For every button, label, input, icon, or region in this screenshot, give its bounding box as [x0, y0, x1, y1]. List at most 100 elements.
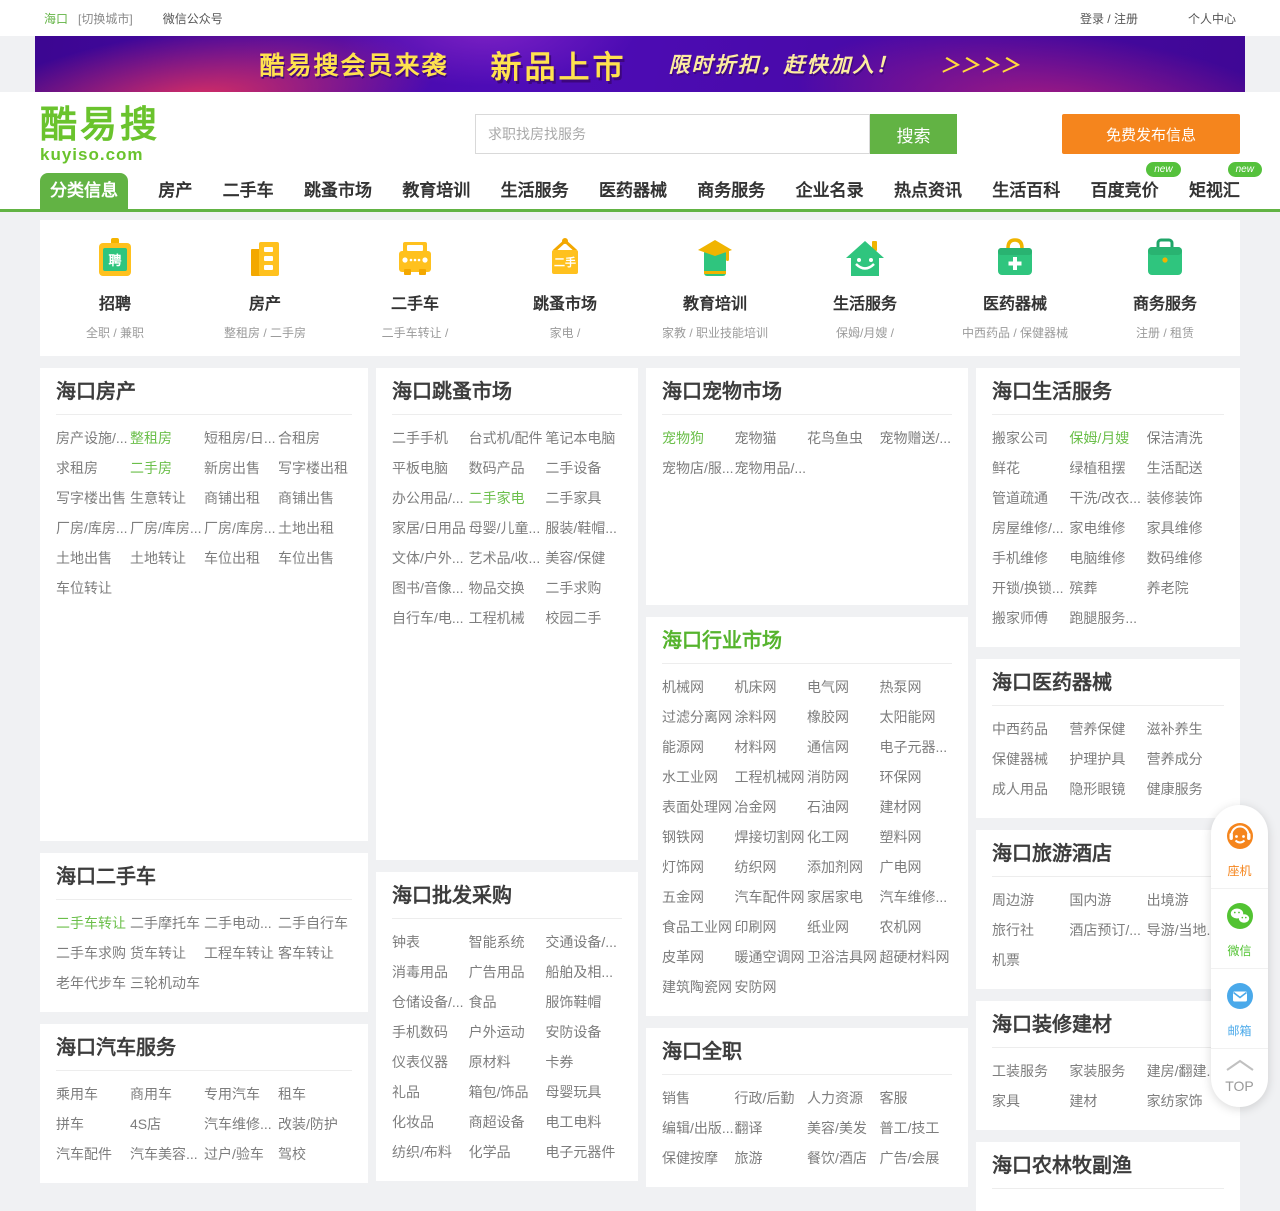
- category-link[interactable]: 拼车: [56, 1109, 130, 1139]
- category-sub-links[interactable]: 家电 /: [550, 324, 581, 341]
- category-link[interactable]: 材料网: [735, 732, 808, 762]
- nav-tab[interactable]: 房产: [158, 173, 192, 209]
- category-link[interactable]: 家装服务: [1069, 1056, 1146, 1086]
- category-link[interactable]: 搬家师傅: [992, 603, 1069, 633]
- category-link[interactable]: 化工网: [807, 822, 880, 852]
- site-logo[interactable]: 酷易搜 kuyiso.com: [40, 106, 210, 163]
- category-link[interactable]: 物品交换: [469, 573, 546, 603]
- category-link[interactable]: 客车转让: [278, 938, 352, 968]
- category-link[interactable]: 新房出售: [204, 453, 278, 483]
- category-link[interactable]: 二手家电: [469, 483, 546, 513]
- category-link[interactable]: 驾校: [278, 1139, 352, 1169]
- category-link[interactable]: 乘用车: [56, 1079, 130, 1109]
- category-link[interactable]: 数码产品: [469, 453, 546, 483]
- login-register-link[interactable]: 登录 / 注册: [1080, 10, 1138, 27]
- category-link[interactable]: 农机网: [880, 912, 953, 942]
- category-link[interactable]: 普工/技工: [880, 1113, 953, 1143]
- category-sub-links[interactable]: 保姆/月嫂 /: [836, 324, 894, 341]
- category-link[interactable]: 周边游: [992, 885, 1069, 915]
- category-link[interactable]: 销售: [662, 1083, 735, 1113]
- category-link[interactable]: 宠物狗: [662, 423, 735, 453]
- search-button[interactable]: 搜索: [870, 114, 957, 154]
- category-link[interactable]: 保姆/月嫂: [1069, 423, 1146, 453]
- category-link[interactable]: 橡胶网: [807, 702, 880, 732]
- category-link[interactable]: 短租房/日...: [204, 423, 278, 453]
- category-link[interactable]: 二手车求购: [56, 938, 130, 968]
- category-link[interactable]: 广告用品: [469, 957, 546, 987]
- category-link[interactable]: 酒店预订/...: [1069, 915, 1146, 945]
- category-link[interactable]: 厂房/库房...: [130, 513, 204, 543]
- category-name[interactable]: 商务服务: [1133, 290, 1197, 314]
- category-name[interactable]: 二手车: [391, 290, 439, 314]
- category-link[interactable]: 装修装饰: [1147, 483, 1224, 513]
- category-link[interactable]: 中西药品: [992, 714, 1069, 744]
- category-link[interactable]: 办公用品/...: [392, 483, 469, 513]
- category-link[interactable]: 开锁/换锁...: [992, 573, 1069, 603]
- nav-tab[interactable]: 跳蚤市场: [304, 173, 372, 209]
- category-link[interactable]: 搬家公司: [992, 423, 1069, 453]
- category-link[interactable]: 家具: [992, 1086, 1069, 1116]
- category-link[interactable]: 通信网: [807, 732, 880, 762]
- category-link[interactable]: 家电维修: [1069, 513, 1146, 543]
- category-link[interactable]: 成人用品: [992, 774, 1069, 804]
- category-link[interactable]: 餐饮/酒店: [807, 1143, 880, 1173]
- category-name[interactable]: 生活服务: [833, 290, 897, 314]
- category-name[interactable]: 医药器械: [983, 290, 1047, 314]
- category-link[interactable]: 厂房/库房...: [56, 513, 130, 543]
- nav-tab[interactable]: 百度竞价 new: [1091, 173, 1159, 209]
- category-name[interactable]: 跳蚤市场: [533, 290, 597, 314]
- category-link[interactable]: 二手家具: [545, 483, 622, 513]
- category-link[interactable]: 交通设备/...: [545, 927, 622, 957]
- contact-phone-button[interactable]: 座机: [1211, 809, 1268, 889]
- category-link[interactable]: 养老院: [1147, 573, 1224, 603]
- category-link[interactable]: 客服: [880, 1083, 953, 1113]
- category-link[interactable]: 厂房/库房...: [204, 513, 278, 543]
- category-link[interactable]: 二手电动...: [204, 908, 278, 938]
- category-link[interactable]: 行政/后勤: [735, 1083, 808, 1113]
- category-link[interactable]: 皮革网: [662, 942, 735, 972]
- nav-tab[interactable]: 二手车: [223, 173, 274, 209]
- category-link[interactable]: 4S店: [130, 1109, 204, 1139]
- category-link[interactable]: 商用车: [130, 1079, 204, 1109]
- category-link[interactable]: 添加剂网: [807, 852, 880, 882]
- category-link[interactable]: 编辑/出版...: [662, 1113, 735, 1143]
- category-link[interactable]: 太阳能网: [880, 702, 953, 732]
- category-link[interactable]: 消毒用品: [392, 957, 469, 987]
- category-link[interactable]: 箱包/饰品: [469, 1077, 546, 1107]
- category-link[interactable]: 服装/鞋帽...: [545, 513, 622, 543]
- free-post-button[interactable]: 免费发布信息: [1062, 114, 1240, 154]
- category-link[interactable]: 母婴玩具: [545, 1077, 622, 1107]
- category-link[interactable]: 化学品: [469, 1137, 546, 1167]
- category-link[interactable]: 建筑陶瓷网: [662, 972, 735, 1002]
- category-link[interactable]: 礼品: [392, 1077, 469, 1107]
- category-link[interactable]: 消防网: [807, 762, 880, 792]
- search-input[interactable]: [475, 114, 870, 154]
- category-link[interactable]: 涂料网: [735, 702, 808, 732]
- category-link[interactable]: 房产设施/...: [56, 423, 130, 453]
- category-link[interactable]: 二手车转让: [56, 908, 130, 938]
- category-link[interactable]: 车位出租: [204, 543, 278, 573]
- category-link[interactable]: 冶金网: [735, 792, 808, 822]
- category-name[interactable]: 教育培训: [683, 290, 747, 314]
- category-link[interactable]: 表面处理网: [662, 792, 735, 822]
- category-link[interactable]: 卫浴洁具网: [807, 942, 880, 972]
- category-item-education[interactable]: 教育培训 家教 / 职业技能培训: [640, 220, 790, 356]
- category-item-flea-market[interactable]: 二手 跳蚤市场 家电 /: [490, 220, 640, 356]
- category-link[interactable]: 热泵网: [880, 672, 953, 702]
- category-link[interactable]: 超硬材料网: [880, 942, 953, 972]
- category-link[interactable]: 汽车维修...: [204, 1109, 278, 1139]
- category-link[interactable]: 家具维修: [1147, 513, 1224, 543]
- category-name[interactable]: 招聘: [99, 290, 131, 314]
- category-link[interactable]: 工程机械: [469, 603, 546, 633]
- category-link[interactable]: 化妆品: [392, 1107, 469, 1137]
- category-name[interactable]: 房产: [249, 290, 281, 314]
- category-link[interactable]: 手机维修: [992, 543, 1069, 573]
- mail-button[interactable]: 邮箱: [1211, 969, 1268, 1049]
- category-link[interactable]: 商铺出租: [204, 483, 278, 513]
- category-link[interactable]: 卡券: [545, 1047, 622, 1077]
- category-link[interactable]: 五金网: [662, 882, 735, 912]
- category-link[interactable]: 改装/防护: [278, 1109, 352, 1139]
- category-link[interactable]: 宠物赠送/...: [880, 423, 953, 453]
- nav-tab[interactable]: 热点资讯: [894, 173, 962, 209]
- category-link[interactable]: 台式机/配件: [469, 423, 546, 453]
